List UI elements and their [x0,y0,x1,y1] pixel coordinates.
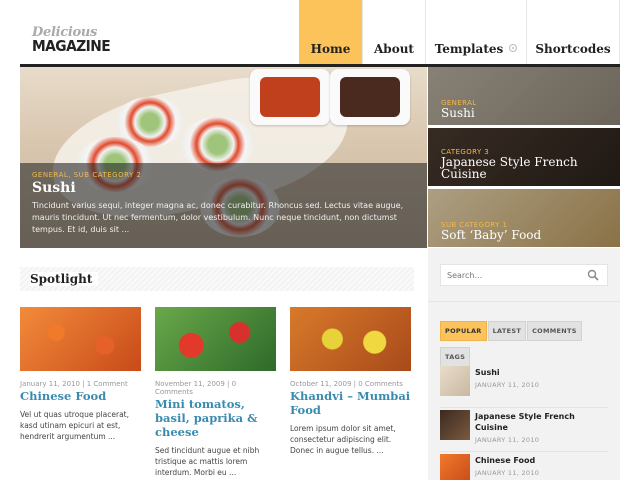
spotlight-card: January 11, 2010 | 1 Comment Chinese Foo… [20,307,141,442]
search-box [440,264,608,286]
spotlight-title: Spotlight [30,272,99,286]
nav-shortcodes[interactable]: Shortcodes [526,0,620,64]
sauce-dish-image [330,69,410,125]
site-logo[interactable]: Delicious MAGAZINE [32,25,142,55]
search-icon[interactable] [587,269,599,281]
post-title[interactable]: Chinese Food [475,455,605,466]
card-excerpt: Sed tincidunt augue et nibh tristique ac… [155,446,260,477]
hero-category[interactable]: GENERAL, SUB CATEGORY 2 [32,171,415,179]
sauce-dish-image [250,69,330,125]
nav-about[interactable]: About [362,0,425,64]
card-excerpt: Vel ut quas utroque placerat, kasd utina… [20,410,130,441]
sidebar-divider [428,301,620,302]
card-title[interactable]: Chinese Food [20,389,141,403]
slide-title: Soft ‘Baby’ Food [441,228,542,242]
tab-popular[interactable]: POPULAR [440,321,487,341]
slide-title: Japanese Style French Cuisine [441,155,578,181]
popular-posts: Sushi JANUARY 11, 2010 Japanese Style Fr… [440,364,608,480]
list-item[interactable]: Sushi JANUARY 11, 2010 [440,364,608,408]
card-title[interactable]: Mini tomatos, basil, paprika & cheese [155,397,276,439]
post-title[interactable]: Sushi [475,367,605,378]
nav-home[interactable]: Home [299,0,362,64]
list-item[interactable]: Chinese Food JANUARY 11, 2010 [440,452,608,480]
post-date: JANUARY 11, 2010 [475,436,540,444]
slide-item[interactable]: SUB CATEGORY 1 Soft ‘Baby’ Food [428,189,620,248]
hero-excerpt: Tincidunt varius sequi, integer magna ac… [32,201,404,234]
post-date: JANUARY 11, 2010 [475,381,540,389]
card-excerpt: Lorem ipsum dolor sit amet, consectetur … [290,424,396,455]
tab-comments[interactable]: COMMENTS [527,321,582,341]
logo-bottom-text: MAGAZINE [32,37,111,55]
main-nav: Home About Templates Shortcodes [299,0,620,64]
card-meta: October 11, 2009 | 0 Comments [290,380,403,388]
post-thumbnail[interactable] [440,454,470,480]
list-item[interactable]: Japanese Style French Cuisine JANUARY 11… [440,408,608,452]
sidebar-tabs: POPULAR LATEST COMMENTSTAGS [440,318,610,370]
hero-title[interactable]: Sushi [32,180,415,196]
sidebar: POPULARLATESTCOMMENTSTAGS Sushi JANUARY … [428,248,620,480]
card-title[interactable]: Khandvi – Mumbai Food [290,389,411,417]
card-thumbnail[interactable] [20,307,141,371]
card-thumbnail[interactable] [290,307,411,371]
spotlight-card: October 11, 2009 | 0 Comments Khandvi – … [290,307,411,456]
post-thumbnail[interactable] [440,366,470,396]
nav-templates-label: Templates [434,42,504,56]
card-meta: November 11, 2009 | 0 Comments [155,380,237,396]
card-meta: January 11, 2010 | 1 Comment [20,380,128,388]
post-title[interactable]: Japanese Style French Cuisine [475,411,605,433]
featured-hero[interactable]: GENERAL, SUB CATEGORY 2 Sushi Tincidunt … [20,67,427,248]
spotlight-card: November 11, 2009 | 0 Comments Mini toma… [155,307,276,478]
tab-latest[interactable]: LATEST [487,321,527,341]
featured-slides: GENERAL Sushi CATEGORY 3 Japanese Style … [428,67,620,248]
spotlight-header: Spotlight [20,267,414,291]
slide-title: Sushi [441,106,475,120]
post-thumbnail[interactable] [440,410,470,440]
slide-item[interactable]: GENERAL Sushi [428,67,620,126]
post-date: JANUARY 11, 2010 [475,469,540,477]
nav-templates[interactable]: Templates [425,0,526,64]
slide-item[interactable]: CATEGORY 3 Japanese Style French Cuisine [428,128,620,187]
search-input[interactable] [441,265,581,285]
dropdown-indicator-icon [509,44,518,52]
card-thumbnail[interactable] [155,307,276,371]
hero-caption: GENERAL, SUB CATEGORY 2 Sushi Tincidunt … [20,163,427,248]
